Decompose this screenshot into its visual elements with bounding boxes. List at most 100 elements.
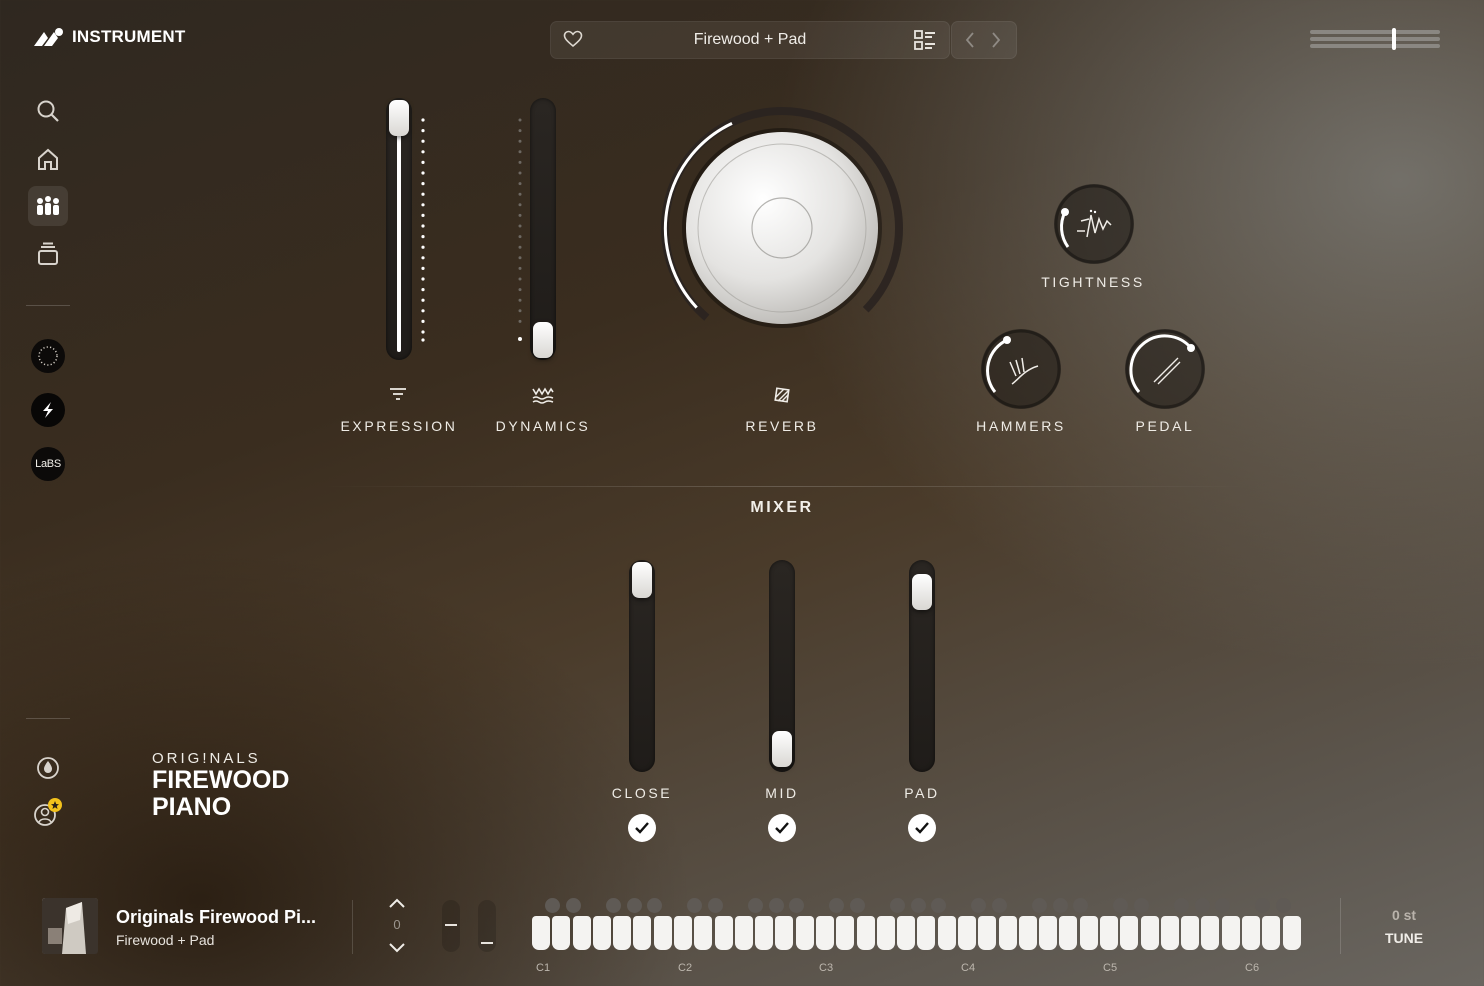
white-key[interactable] [796, 916, 814, 950]
white-key[interactable] [1080, 916, 1098, 950]
preset-list-icon[interactable] [914, 30, 936, 55]
black-key[interactable] [992, 898, 1007, 913]
black-key[interactable] [1255, 898, 1270, 913]
white-key[interactable] [735, 916, 753, 950]
black-key[interactable] [627, 898, 642, 913]
preset-name[interactable]: Firewood + Pad [551, 31, 949, 49]
white-key[interactable] [938, 916, 956, 950]
mod-wheel[interactable] [478, 900, 496, 952]
octave-down-icon[interactable] [388, 941, 406, 959]
white-key[interactable] [674, 916, 692, 950]
black-key[interactable] [1073, 898, 1088, 913]
now-playing-title[interactable]: Originals Firewood Pi... [116, 907, 316, 928]
mid-enable-checkbox[interactable] [768, 814, 796, 842]
white-key[interactable] [999, 916, 1017, 950]
sidebar-item-library[interactable] [28, 234, 68, 274]
white-key[interactable] [978, 916, 996, 950]
black-key[interactable] [545, 898, 560, 913]
black-key[interactable] [1134, 898, 1149, 913]
sidebar-item-home[interactable] [28, 139, 68, 179]
close-enable-checkbox[interactable] [628, 814, 656, 842]
hammers-knob[interactable] [978, 326, 1064, 412]
white-key[interactable] [897, 916, 915, 950]
black-key[interactable] [687, 898, 702, 913]
sidebar-partner-2[interactable] [31, 393, 65, 427]
black-key[interactable] [911, 898, 926, 913]
sidebar-item-ink[interactable] [28, 748, 68, 788]
white-key[interactable] [917, 916, 935, 950]
white-key[interactable] [1161, 916, 1179, 950]
pad-fader-thumb[interactable] [912, 574, 932, 610]
white-key[interactable] [613, 916, 631, 950]
white-key[interactable] [654, 916, 672, 950]
white-key[interactable] [593, 916, 611, 950]
white-key[interactable] [1222, 916, 1240, 950]
white-key[interactable] [532, 916, 550, 950]
white-key[interactable] [1201, 916, 1219, 950]
black-key[interactable] [1215, 898, 1230, 913]
white-key[interactable] [755, 916, 773, 950]
black-key[interactable] [708, 898, 723, 913]
preset-browser-bar[interactable]: Firewood + Pad [550, 21, 950, 59]
white-key[interactable] [1141, 916, 1159, 950]
pitch-wheel[interactable] [442, 900, 460, 952]
black-key[interactable] [850, 898, 865, 913]
black-key[interactable] [931, 898, 946, 913]
sidebar-labs[interactable]: LaBS [31, 447, 65, 481]
white-key[interactable] [1242, 916, 1260, 950]
white-key[interactable] [1059, 916, 1077, 950]
white-key[interactable] [715, 916, 733, 950]
dynamics-fader-thumb[interactable] [533, 322, 553, 358]
pad-enable-checkbox[interactable] [908, 814, 936, 842]
black-key[interactable] [748, 898, 763, 913]
white-key[interactable] [573, 916, 591, 950]
black-key[interactable] [566, 898, 581, 913]
white-key[interactable] [694, 916, 712, 950]
white-key[interactable] [1120, 916, 1138, 950]
close-fader-thumb[interactable] [632, 562, 652, 598]
white-key[interactable] [775, 916, 793, 950]
black-key[interactable] [1195, 898, 1210, 913]
white-key[interactable] [816, 916, 834, 950]
white-key[interactable] [836, 916, 854, 950]
black-key[interactable] [890, 898, 905, 913]
sidebar-item-account[interactable] [28, 792, 68, 832]
black-key[interactable] [1053, 898, 1068, 913]
white-key[interactable] [1283, 916, 1301, 950]
white-key[interactable] [958, 916, 976, 950]
expression-fader-thumb[interactable] [389, 100, 409, 136]
previous-preset-icon[interactable] [964, 31, 976, 54]
white-key[interactable] [857, 916, 875, 950]
black-key[interactable] [1174, 898, 1189, 913]
black-key[interactable] [1276, 898, 1291, 913]
black-key[interactable] [829, 898, 844, 913]
next-preset-icon[interactable] [990, 31, 1002, 54]
white-key[interactable] [552, 916, 570, 950]
master-volume-slider[interactable] [1310, 28, 1440, 50]
mid-fader-thumb[interactable] [772, 731, 792, 767]
black-key[interactable] [769, 898, 784, 913]
dynamics-fader-track[interactable] [530, 98, 556, 360]
black-key[interactable] [606, 898, 621, 913]
sidebar-partner-1[interactable] [31, 339, 65, 373]
white-key[interactable] [1262, 916, 1280, 950]
tune-value[interactable]: 0 st [1366, 907, 1442, 923]
octave-up-icon[interactable] [388, 896, 406, 914]
sidebar-item-instruments[interactable] [28, 186, 68, 226]
black-key[interactable] [971, 898, 986, 913]
black-key[interactable] [647, 898, 662, 913]
black-key[interactable] [789, 898, 804, 913]
sidebar-item-search[interactable] [28, 91, 68, 131]
white-key[interactable] [1181, 916, 1199, 950]
white-key[interactable] [1019, 916, 1037, 950]
white-key[interactable] [1039, 916, 1057, 950]
white-key[interactable] [877, 916, 895, 950]
tightness-knob[interactable] [1051, 181, 1137, 267]
black-key[interactable] [1032, 898, 1047, 913]
white-key[interactable] [633, 916, 651, 950]
album-artwork[interactable] [42, 898, 98, 954]
reverb-knob[interactable] [652, 98, 912, 358]
black-key[interactable] [1113, 898, 1128, 913]
white-key[interactable] [1100, 916, 1118, 950]
pedal-knob[interactable] [1122, 326, 1208, 412]
